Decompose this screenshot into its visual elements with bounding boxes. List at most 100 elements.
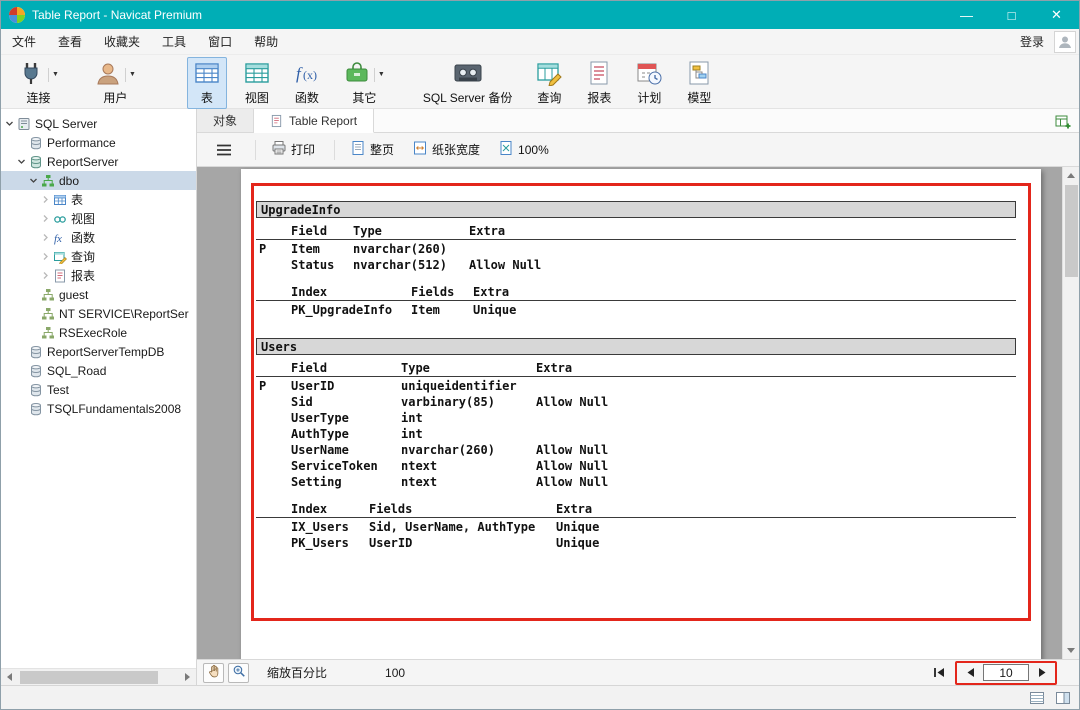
schema-icon [40, 174, 56, 188]
zoom-percentage-value: 100 [385, 666, 405, 680]
horizontal-scrollbar-thumb[interactable] [20, 671, 158, 684]
tree-item-test[interactable]: Test [1, 380, 196, 399]
field-row: Status nvarchar(512) Allow Null [256, 258, 1016, 274]
tab-table-report[interactable]: Table Report [254, 109, 374, 133]
connection-button[interactable]: ▼ 连接 [11, 57, 66, 109]
tree-item-views[interactable]: 视图 [1, 209, 196, 228]
schema-icon [40, 288, 56, 302]
tree-item-reportservertempdb[interactable]: ReportServerTempDB [1, 342, 196, 361]
paper-width-icon [412, 140, 432, 159]
print-button[interactable]: 打印 [264, 136, 322, 163]
collapse-arrow-icon[interactable] [39, 252, 52, 261]
paper-width-button[interactable]: 纸张宽度 [405, 136, 487, 163]
expand-arrow-icon[interactable] [15, 157, 28, 166]
collapse-arrow-icon[interactable] [39, 271, 52, 280]
menu-tools[interactable]: 工具 [151, 29, 197, 55]
tree-item-functions[interactable]: fx 函数 [1, 228, 196, 247]
scroll-down-button[interactable] [1063, 642, 1079, 659]
tree-item-tsqlfundamentals2008[interactable]: TSQLFundamentals2008 [1, 399, 196, 418]
model-button[interactable]: 模型 [679, 57, 719, 109]
tree-item-reports[interactable]: 报表 [1, 266, 196, 285]
preview-vertical-scrollbar[interactable] [1062, 167, 1079, 659]
tree-item-queries[interactable]: 查询 [1, 247, 196, 266]
query-button[interactable]: 查询 [529, 57, 569, 109]
connection-tree-panel: SQL Server Performance ReportServer dbo [1, 109, 197, 685]
scroll-left-button[interactable] [1, 669, 18, 686]
tree-item-reportserver[interactable]: ReportServer [1, 152, 196, 171]
zoom-tool-button[interactable] [228, 663, 249, 683]
schedule-button[interactable]: 计划 [629, 57, 669, 109]
report-menu-button[interactable] [209, 139, 243, 161]
login-button[interactable]: 登录 [1010, 33, 1054, 50]
user-button[interactable]: ▼ 用户 [88, 57, 143, 109]
tree-item-nt-service[interactable]: NT SERVICE\ReportSer [1, 304, 196, 323]
field-row: Setting ntext Allow Null [256, 475, 1016, 491]
maximize-button[interactable]: □ [989, 1, 1034, 29]
table-button[interactable]: 表 [187, 57, 227, 109]
scroll-right-button[interactable] [179, 669, 196, 686]
page-number-input[interactable]: 10 [983, 664, 1029, 681]
tree-item-sql-server[interactable]: SQL Server [1, 114, 196, 133]
user-avatar-icon[interactable] [1054, 31, 1076, 53]
new-object-icon[interactable] [1054, 109, 1072, 132]
menubar: 文件 查看 收藏夹 工具 窗口 帮助 登录 [1, 29, 1079, 55]
schema-icon [40, 307, 56, 321]
hand-icon [207, 664, 221, 681]
backup-button[interactable]: SQL Server 备份 [416, 57, 520, 109]
functions-folder-icon: fx [52, 231, 68, 245]
index-row: PK_Users UserID Unique [256, 536, 1016, 552]
user-dropdown-arrow[interactable]: ▼ [125, 68, 136, 82]
menu-view[interactable]: 查看 [47, 29, 93, 55]
zoom-level-button[interactable]: 100% [491, 136, 556, 163]
menu-favorites[interactable]: 收藏夹 [93, 29, 151, 55]
function-button[interactable]: f(x) 函数 [287, 57, 327, 109]
tree-item-guest[interactable]: guest [1, 285, 196, 304]
previous-page-button[interactable] [960, 664, 980, 682]
tab-objects[interactable]: 对象 [197, 109, 254, 132]
vertical-scrollbar-thumb[interactable] [1065, 185, 1078, 277]
menu-help[interactable]: 帮助 [243, 29, 289, 55]
window-title: Table Report - Navicat Premium [32, 8, 202, 22]
index-header-row: Index Fields Extra [256, 502, 1016, 518]
other-button[interactable]: ▼ 其它 [337, 57, 392, 109]
other-icon [344, 60, 370, 89]
titlebar: Table Report - Navicat Premium — □ ✕ [1, 1, 1079, 29]
expand-arrow-icon[interactable] [3, 119, 16, 128]
sidebar-horizontal-scrollbar[interactable] [1, 668, 196, 685]
report-preview-area[interactable]: UpgradeInfo Field Type Extra [197, 167, 1079, 659]
tree-item-rsexecrole[interactable]: RSExecRole [1, 323, 196, 342]
other-dropdown-arrow[interactable]: ▼ [374, 68, 385, 82]
scroll-up-button[interactable] [1063, 167, 1079, 184]
menu-file[interactable]: 文件 [1, 29, 47, 55]
close-button[interactable]: ✕ [1034, 1, 1079, 29]
field-row: P UserID uniqueidentifier [256, 379, 1016, 395]
list-view-icon[interactable] [1027, 689, 1047, 707]
tree-item-dbo[interactable]: dbo [1, 171, 196, 190]
preview-pane-icon[interactable] [1053, 689, 1073, 707]
report-page: UpgradeInfo Field Type Extra [241, 169, 1041, 659]
collapse-arrow-icon[interactable] [39, 233, 52, 242]
index-header-row: Index Fields Extra [256, 285, 1016, 301]
user-icon [95, 60, 121, 89]
svg-text:(x): (x) [303, 68, 317, 82]
menu-window[interactable]: 窗口 [197, 29, 243, 55]
connection-dropdown-arrow[interactable]: ▼ [48, 68, 59, 82]
tree-item-performance[interactable]: Performance [1, 133, 196, 152]
server-icon [16, 117, 32, 131]
expand-arrow-icon[interactable] [27, 176, 40, 185]
statusbar [1, 685, 1079, 709]
collapse-arrow-icon[interactable] [39, 214, 52, 223]
view-button[interactable]: 视图 [237, 57, 277, 109]
tree-item-sql-road[interactable]: SQL_Road [1, 361, 196, 380]
first-page-button[interactable] [929, 664, 949, 682]
report-button[interactable]: 报表 [579, 57, 619, 109]
app-window: Table Report - Navicat Premium — □ ✕ 文件 … [0, 0, 1080, 710]
pan-tool-button[interactable] [203, 663, 224, 683]
minimize-button[interactable]: — [944, 1, 989, 29]
next-page-button[interactable] [1032, 664, 1052, 682]
collapse-arrow-icon[interactable] [39, 195, 52, 204]
whole-page-button[interactable]: 整页 [343, 136, 401, 163]
tree-item-tables[interactable]: 表 [1, 190, 196, 209]
database-icon [28, 345, 44, 359]
field-header-row: Field Type Extra [256, 224, 1016, 240]
